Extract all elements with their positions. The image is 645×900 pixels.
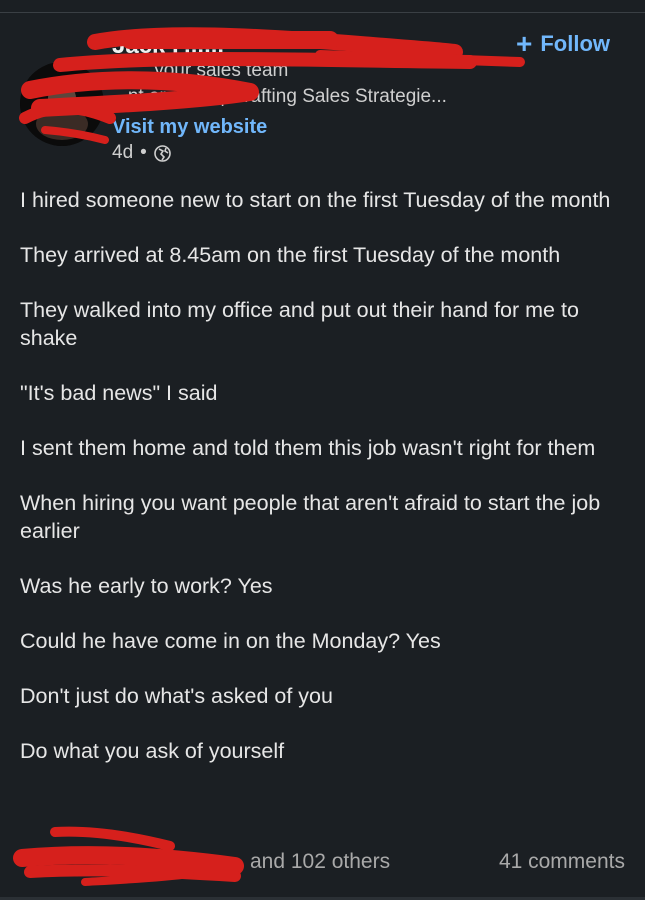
follow-button[interactable]: + Follow [516, 30, 610, 58]
post-meta: 4d • [112, 142, 171, 164]
author-headline-line1: ....... your sales team [112, 60, 289, 81]
comments-count[interactable]: 41 comments [499, 850, 625, 874]
avatar[interactable] [20, 62, 104, 146]
follow-label: Follow [540, 31, 610, 56]
post-paragraph: They arrived at 8.45am on the first Tues… [20, 243, 561, 267]
post-paragraph: I sent them home and told them this job … [20, 436, 596, 460]
meta-separator: • [140, 142, 147, 163]
post-paragraph: Do what you ask of yourself [20, 739, 285, 763]
post-header: Jack F...... ....... your sales team ...… [0, 0, 645, 163]
reactions-count[interactable]: and 102 others [250, 850, 390, 874]
social-counts: and 102 others 41 comments [20, 848, 625, 878]
post-paragraph: Don't just do what's asked of you [20, 684, 333, 708]
globe-icon [153, 144, 171, 162]
post-paragraph: Was he early to work? Yes [20, 574, 273, 598]
post-paragraph: I hired someone new to start on the firs… [20, 188, 611, 212]
plus-icon: + [515, 28, 533, 59]
visit-website-link[interactable]: Visit my website [112, 116, 267, 139]
author-headline-line2: ...nt or won't | Crafting Sales Strategi… [112, 86, 447, 107]
post-paragraph: Could he have come in on the Monday? Yes [20, 629, 441, 653]
time-ago: 4d [112, 142, 134, 163]
post-paragraph: When hiring you want people that aren't … [20, 491, 601, 543]
post-body: I hired someone new to start on the firs… [20, 186, 630, 792]
author-name[interactable]: Jack F...... [112, 32, 224, 60]
post-paragraph: "It's bad news" I said [20, 381, 218, 405]
post-paragraph: They walked into my office and put out t… [20, 298, 579, 350]
